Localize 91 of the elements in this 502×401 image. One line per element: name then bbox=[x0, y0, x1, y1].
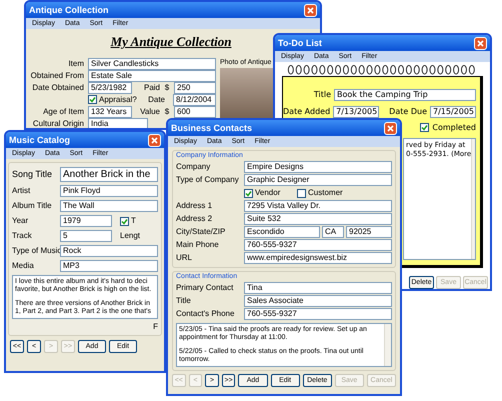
scrollbar[interactable] bbox=[384, 324, 391, 366]
text-field[interactable]: Rock bbox=[60, 245, 158, 257]
field-label: Artist bbox=[12, 186, 32, 196]
window-title: To-Do List bbox=[278, 37, 322, 49]
text-field[interactable]: Suite 532 bbox=[244, 213, 392, 225]
text-field[interactable]: 760-555-9327 bbox=[244, 308, 392, 320]
text-field[interactable]: Silver Candlesticks bbox=[88, 58, 216, 70]
field-label: City/State/ZIP bbox=[176, 227, 226, 237]
close-icon bbox=[477, 40, 484, 46]
field-label: Title bbox=[176, 296, 192, 306]
checkbox[interactable] bbox=[420, 123, 430, 132]
checkbox[interactable] bbox=[88, 95, 97, 104]
field-label: Year bbox=[12, 216, 30, 226]
field-label: Address 1 bbox=[176, 201, 214, 211]
field-label: Main Phone bbox=[176, 240, 220, 250]
checkmark-icon bbox=[89, 96, 96, 103]
text-field[interactable]: Pink Floyd bbox=[60, 185, 158, 197]
field-label: Cultural Origin bbox=[32, 118, 85, 128]
text-field[interactable]: India bbox=[88, 118, 148, 128]
field-label: F bbox=[153, 322, 158, 332]
text-field[interactable]: 5 bbox=[60, 230, 112, 242]
field-label: Obtained From bbox=[30, 70, 85, 80]
field-label: Title bbox=[312, 90, 331, 100]
text-field[interactable]: 7295 Vista Valley Dr. bbox=[244, 200, 392, 212]
text-field[interactable]: Another Brick in the bbox=[60, 166, 158, 182]
field-label: Album Title bbox=[12, 201, 53, 211]
text-field[interactable]: 8/12/2004 bbox=[173, 94, 216, 106]
text-field[interactable]: Escondido bbox=[244, 226, 320, 238]
field-label: Song Title bbox=[12, 169, 54, 179]
field-label: Media bbox=[12, 261, 35, 271]
field-label: Date Due bbox=[388, 106, 427, 117]
close-icon bbox=[151, 136, 158, 144]
field-label: Address 2 bbox=[176, 214, 214, 224]
text-field[interactable]: Sales Associate bbox=[244, 295, 392, 307]
text-field[interactable]: MP3 bbox=[60, 260, 158, 272]
text-field[interactable]: 250 bbox=[174, 82, 216, 94]
field-label: Paid bbox=[142, 82, 160, 92]
field-label: Contact's Phone bbox=[176, 309, 236, 319]
text-field[interactable]: Tina bbox=[244, 282, 392, 294]
field-label: Age of Item bbox=[42, 106, 85, 116]
field-label: Completed bbox=[432, 122, 476, 133]
close-button[interactable] bbox=[474, 36, 487, 50]
close-button[interactable] bbox=[384, 122, 397, 134]
field-label: $ bbox=[164, 82, 170, 92]
field-label: Primary Contact bbox=[176, 283, 234, 293]
field-label: Appraisal? bbox=[99, 94, 138, 104]
text-field[interactable]: CA bbox=[322, 226, 344, 238]
field-label: Company bbox=[176, 162, 212, 172]
field-label: $ bbox=[164, 106, 170, 116]
close-icon bbox=[387, 124, 394, 132]
text-field[interactable]: The Wall bbox=[60, 200, 158, 212]
field-label: Value bbox=[139, 106, 160, 116]
close-button[interactable] bbox=[304, 4, 317, 16]
text-field[interactable]: www.empiredesignswest.biz bbox=[244, 252, 392, 264]
checkmark-icon bbox=[121, 218, 128, 224]
checkbox[interactable] bbox=[120, 216, 129, 226]
scrollbar[interactable] bbox=[471, 138, 475, 259]
field-label: Date Added bbox=[283, 106, 330, 117]
close-icon bbox=[307, 6, 314, 14]
field-label: Date bbox=[147, 94, 166, 104]
checkbox[interactable] bbox=[244, 188, 253, 198]
checkmark-icon bbox=[421, 124, 428, 132]
text-field[interactable]: 760-555-9327 bbox=[244, 239, 392, 251]
field-label: Type of Music bbox=[12, 246, 58, 256]
text-field[interactable]: Empire Designs bbox=[244, 161, 392, 173]
text-field[interactable]: Book the Camping Trip bbox=[334, 88, 476, 101]
text-field[interactable]: 7/13/2005 bbox=[333, 106, 380, 118]
close-button[interactable] bbox=[148, 134, 161, 146]
field-label: Type of Company bbox=[176, 175, 240, 185]
text-field[interactable]: Graphic Designer bbox=[244, 174, 392, 186]
window-title: Antique Collection bbox=[29, 4, 108, 16]
field-label: Customer bbox=[308, 188, 343, 198]
field-label: Lengt bbox=[120, 231, 140, 241]
text-field[interactable]: 5/23/1982 bbox=[88, 82, 132, 94]
text-field[interactable]: 92025 bbox=[346, 226, 392, 238]
window-title: Music Catalog bbox=[9, 134, 70, 146]
field-label: Item bbox=[67, 58, 85, 68]
checkmark-icon bbox=[245, 190, 252, 196]
field-label: T bbox=[131, 216, 136, 226]
window-title: Business Contacts bbox=[171, 122, 252, 134]
text-field[interactable]: 7/15/2005 bbox=[430, 106, 476, 118]
field-label: Date Obtained bbox=[31, 82, 85, 92]
text-field[interactable]: 1979 bbox=[60, 215, 112, 227]
text-field[interactable]: 132 Years bbox=[88, 106, 132, 118]
checkbox[interactable] bbox=[297, 188, 306, 198]
field-label: Track bbox=[12, 231, 33, 241]
text-field[interactable]: Estate Sale bbox=[88, 70, 216, 82]
text-field[interactable]: 600 bbox=[174, 106, 216, 118]
collection-heading: My Antique Collection bbox=[110, 34, 232, 49]
field-label: URL bbox=[176, 253, 194, 263]
field-label: Vendor bbox=[255, 188, 282, 198]
